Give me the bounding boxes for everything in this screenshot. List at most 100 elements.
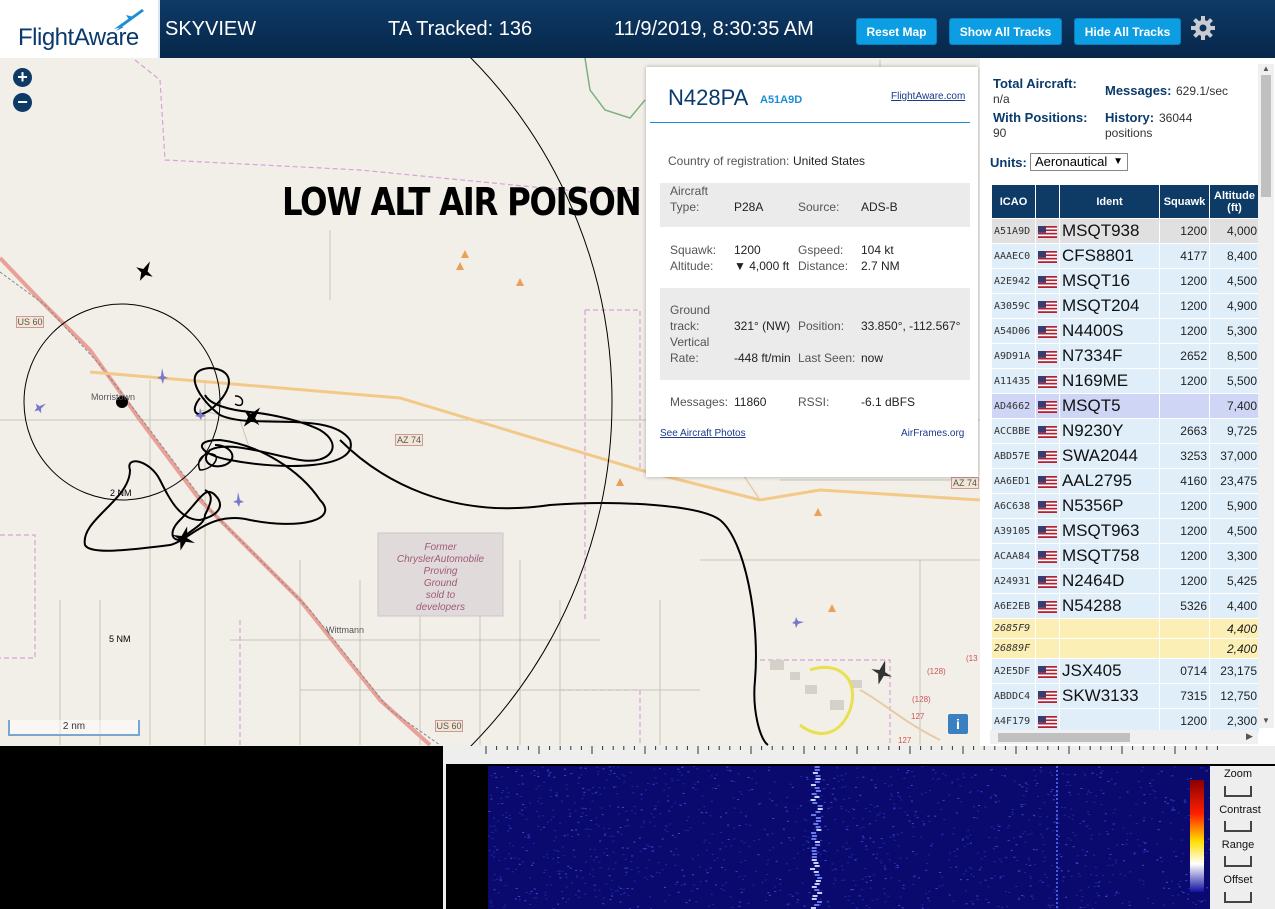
contrast-slider[interactable] [1224,821,1252,832]
zoom-in-button[interactable]: + [13,68,32,87]
squawk-cell: 4177 [1159,243,1210,269]
gspeed-label: Gspeed: [798,243,844,257]
us-flag-icon [1038,548,1057,564]
route-127-label: 127 [911,712,925,721]
table-row[interactable]: A51A9D MSQT938 1200 4,000 [991,218,1260,244]
aircraft-registration: N428PA [668,85,749,110]
table-row[interactable]: A2E942 MSQT16 1200 4,500 [991,268,1260,294]
units-select[interactable]: Aeronautical ▼ [1030,153,1128,171]
us-flag-icon [1038,598,1057,614]
squawk-label: Squawk: [670,243,717,257]
table-row[interactable]: A9D91A N7334F 2652 8,500 [991,343,1260,369]
table-row[interactable]: AD4662 MSQT5 7,400 [991,393,1260,419]
bottom-divider [443,746,446,909]
chrysler-label-line: developers [416,602,465,613]
altitude-cell: 4,900 [1209,293,1260,319]
table-row[interactable]: A2E5DF JSX405 0714 23,175 [991,658,1260,684]
altitude-cell: 4,000 [1209,218,1260,244]
route-128-label: (128) [912,695,931,704]
table-row[interactable]: 26889F 2,400 [991,638,1260,659]
table-row[interactable]: A39105 MSQT963 1200 4,500 [991,518,1260,544]
flightaware-logo[interactable]: FlightAware [0,0,160,58]
table-row[interactable]: AA6ED1 AAL2795 4160 23,475 [991,468,1260,494]
overlay-annotation-text: LOW ALT AIR POISON [282,180,642,224]
table-row[interactable]: A24931 N2464D 1200 5,425 [991,568,1260,594]
squawk-cell: 5326 [1159,593,1210,619]
table-row[interactable]: A3059C MSQT204 1200 4,900 [991,293,1260,319]
squawk-cell: 1200 [1159,218,1210,244]
altitude-cell: 4,400 [1209,618,1260,639]
col-header-squawk[interactable]: Squawk [1159,184,1210,219]
airframes-link[interactable]: AirFrames.org [901,428,964,439]
zoom-out-button[interactable]: − [13,93,32,112]
zoom-slider[interactable] [1224,786,1252,797]
site-label: SKYVIEW [165,18,257,40]
icao-cell: A39105 [991,518,1036,544]
horizontal-scroll-thumb[interactable] [998,733,1130,742]
distance-label: Distance: [798,259,849,273]
table-row[interactable]: ACAA84 MSQT758 1200 3,300 [991,543,1260,569]
flag-cell [1035,468,1060,494]
squawk-cell: 4160 [1159,468,1210,494]
chrysler-label-line: sold to [425,590,456,601]
table-row[interactable]: A6C638 N5356P 1200 5,900 [991,493,1260,519]
top-header-bar: FlightAware SKYVIEW TA Tracked: 136 11/9… [0,0,1275,58]
town-label-wittmann: Wittmann [326,625,365,635]
col-header-icao[interactable]: ICAO [991,184,1036,219]
col-header-altitude[interactable]: Altitude (ft) [1209,184,1260,219]
settings-gear-icon[interactable] [1190,15,1216,41]
aircraft-type-value: P28A [734,200,764,214]
squawk-cell [1159,618,1210,639]
squawk-value: 1200 [734,243,761,257]
position-value: 33.850°, -112.567° [861,319,961,333]
range-control-label: Range [1221,839,1255,851]
chrysler-label-line: Ground [423,578,458,589]
squawk-cell: 1200 [1159,318,1210,344]
track-position-band [660,288,970,380]
col-header-flag[interactable] [1035,184,1060,219]
town-label-morristown: Morristown [91,392,136,402]
ident-cell: N169ME [1059,368,1160,394]
last-seen-value: now [861,351,884,365]
table-row[interactable]: A6E2EB N54288 5326 4,400 [991,593,1260,619]
map-info-button[interactable]: i [948,714,968,734]
squawk-cell: 3253 [1159,443,1210,469]
vertical-scroll-thumb[interactable] [1261,75,1271,197]
icao-cell: A51A9D [991,218,1036,244]
vertical-rate-value: -448 ft/min [734,351,791,365]
range-ring-2nm-label: 2 NM [110,488,132,498]
col-header-ident[interactable]: Ident [1059,184,1160,219]
units-select-value: Aeronautical [1035,154,1108,169]
show-all-tracks-button[interactable]: Show All Tracks [949,18,1062,45]
scroll-down-icon[interactable]: ▼ [1262,716,1270,725]
ident-cell: CFS8801 [1059,243,1160,269]
ground-track-label: Ground [670,303,711,317]
altitude-cell: 4,500 [1209,268,1260,294]
table-row[interactable]: A11435 N169ME 1200 5,500 [991,368,1260,394]
table-row[interactable]: ACCBBE N9230Y 2663 9,725 [991,418,1260,444]
reset-map-button[interactable]: Reset Map [856,18,937,45]
offset-slider[interactable] [1224,892,1252,903]
range-slider[interactable] [1224,856,1252,867]
altitude-cell: 7,400 [1209,393,1260,419]
zoom-control-label: Zoom [1223,768,1253,780]
table-row[interactable]: 2685F9 4,400 [991,618,1260,639]
altitude-cell: 12,750 [1209,683,1260,709]
scroll-right-icon[interactable]: ▶ [1246,731,1253,742]
table-row[interactable]: ABDDC4 SKW3133 7315 12,750 [991,683,1260,709]
popup-divider [650,122,970,123]
squawk-cell: 1200 [1159,293,1210,319]
flightaware-link[interactable]: FlightAware.com [891,91,965,102]
scroll-up-icon[interactable]: ▲ [1262,64,1270,73]
aircraft-photos-link[interactable]: See Aircraft Photos [660,428,746,439]
az74-label-west: AZ 74 [395,434,423,446]
spectrum-waterfall[interactable] [458,766,1210,909]
table-row[interactable]: ABD57E SWA2044 3253 37,000 [991,443,1260,469]
table-row[interactable]: A54D06 N4400S 1200 5,300 [991,318,1260,344]
altitude-header-line: Altitude [1214,189,1255,202]
us60-label-north: US 60 [16,316,44,328]
us-flag-icon [1038,473,1057,489]
hide-all-tracks-button[interactable]: Hide All Tracks [1074,18,1181,45]
icao-cell: AD4662 [991,393,1036,419]
table-row[interactable]: AAAEC0 CFS8801 4177 8,400 [991,243,1260,269]
